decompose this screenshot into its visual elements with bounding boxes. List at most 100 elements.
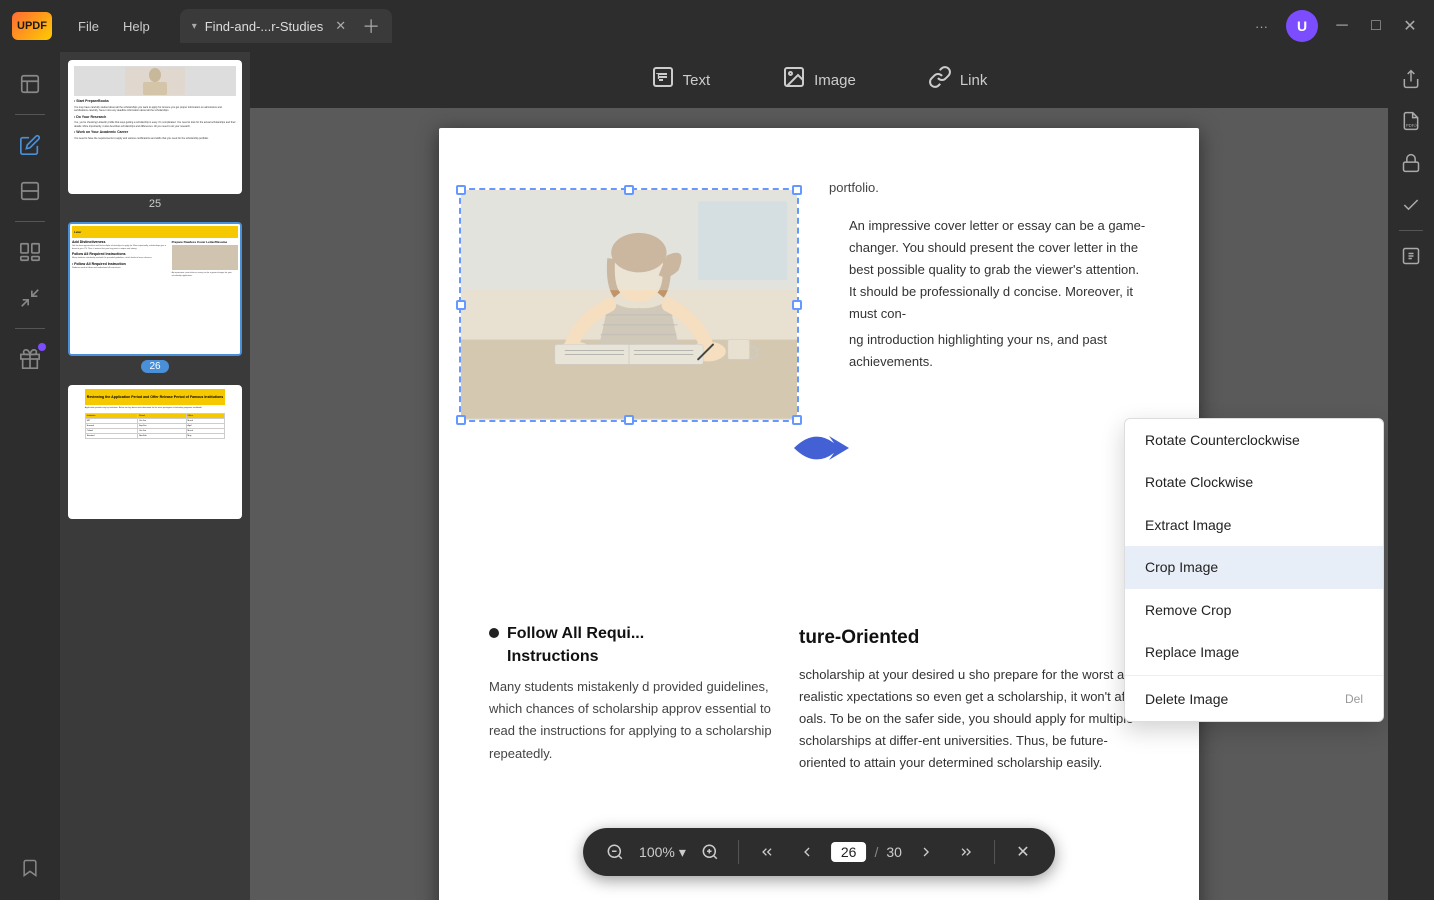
window-controls: ─ □ ✕: [1330, 14, 1422, 38]
toolbar-image[interactable]: Image: [766, 59, 872, 101]
doc-area: T Text Image Link portfolio.: [250, 52, 1388, 900]
more-tabs-button[interactable]: ···: [1249, 17, 1274, 36]
ctx-replace[interactable]: Replace Image: [1125, 631, 1383, 673]
context-menu: Rotate Counterclockwise Rotate Clockwise…: [1124, 418, 1384, 722]
ctx-remove-crop-label: Remove Crop: [1145, 599, 1231, 621]
ctx-extract[interactable]: Extract Image: [1125, 504, 1383, 546]
left-sidebar: [0, 52, 60, 900]
rs-icon-protect[interactable]: [1394, 146, 1428, 180]
doc-image-container[interactable]: [459, 188, 799, 422]
tab-title: Find-and-...r-Studies: [205, 19, 324, 34]
handle-tc[interactable]: [624, 185, 634, 195]
thumb-wrapper-27: Reviewing the Application Period and Off…: [68, 385, 242, 519]
sidebar-icon-compress[interactable]: [10, 278, 50, 318]
rs-icon-stamp[interactable]: [1394, 188, 1428, 222]
zoom-out-button[interactable]: [599, 836, 631, 868]
thumb-wrapper-25: • Start PrepareBooks You may have carefu…: [68, 60, 242, 194]
user-avatar[interactable]: U: [1286, 10, 1318, 42]
thumb25-image: [74, 66, 236, 96]
bt-divider-1: [738, 840, 739, 864]
thumbnail-page-27[interactable]: Reviewing the Application Period and Off…: [68, 385, 242, 519]
doc-arrow-container: [784, 408, 874, 494]
ctx-rotate-ccw[interactable]: Rotate Counterclockwise: [1125, 419, 1383, 461]
svg-text:PDF/A: PDF/A: [1406, 123, 1418, 128]
sidebar-icon-reader[interactable]: [10, 64, 50, 104]
handle-mr[interactable]: [792, 300, 802, 310]
handle-tl[interactable]: [456, 185, 466, 195]
doc-right-section: ture-Oriented scholarship at your desire…: [799, 623, 1149, 774]
tab-dropdown-icon[interactable]: ▾: [192, 21, 197, 32]
bullet-dot: [489, 628, 499, 638]
thumb27-header: Reviewing the Application Period and Off…: [85, 389, 225, 405]
bt-divider-2: [994, 840, 995, 864]
tab-add-button[interactable]: ＋: [362, 13, 380, 39]
ctx-separator: [1125, 675, 1383, 676]
handle-bc[interactable]: [624, 415, 634, 425]
zoom-dropdown-icon[interactable]: ▾: [679, 844, 686, 861]
sidebar-icon-scan[interactable]: [10, 171, 50, 211]
titlebar-right: ··· U ─ □ ✕: [1249, 10, 1422, 42]
thumbnail-panel: • Start PrepareBooks You may have carefu…: [60, 52, 250, 900]
menu-help[interactable]: Help: [113, 15, 160, 38]
sidebar-icon-bookmark[interactable]: [10, 848, 50, 888]
rs-divider: [1399, 230, 1423, 231]
titlebar: UPDF File Help ▾ Find-and-...r-Studies ✕…: [0, 0, 1434, 52]
image-icon: [782, 65, 806, 95]
tab-close-button[interactable]: ✕: [335, 18, 346, 34]
doc-top-text: portfolio.: [829, 178, 1149, 199]
toolbar-text-label: Text: [683, 72, 711, 89]
doc-scroll[interactable]: portfolio.: [250, 108, 1388, 900]
page-separator: /: [874, 844, 878, 860]
ctx-rotate-ccw-label: Rotate Counterclockwise: [1145, 429, 1300, 451]
doc-page: portfolio.: [439, 128, 1199, 900]
toolbar-link[interactable]: Link: [912, 59, 1004, 101]
sidebar-divider-1: [15, 114, 45, 115]
doc-bullet-body: Many students mistakenly d provided guid…: [489, 676, 779, 764]
handle-ml[interactable]: [456, 300, 466, 310]
toolbar-text[interactable]: T Text: [635, 59, 727, 101]
thumb-img-27: Reviewing the Application Period and Off…: [70, 387, 240, 517]
doc-right-body: scholarship at your desired u sho prepar…: [799, 664, 1149, 774]
first-page-button[interactable]: [751, 836, 783, 868]
handle-tr[interactable]: [792, 185, 802, 195]
thumbnail-page-26[interactable]: Leter Add Distinctiveness Get the best o…: [68, 222, 242, 373]
doc-arrow-svg: [784, 408, 874, 488]
doc-image: [461, 190, 797, 420]
thumbnail-page-25[interactable]: • Start PrepareBooks You may have carefu…: [68, 60, 242, 210]
sidebar-divider-3: [15, 328, 45, 329]
zoom-level: 100% ▾: [639, 844, 686, 861]
menu-file[interactable]: File: [68, 15, 109, 38]
rs-icon-ocr[interactable]: [1394, 239, 1428, 273]
sidebar-icon-edit[interactable]: [10, 125, 50, 165]
prev-page-button[interactable]: [791, 836, 823, 868]
thumb-wrapper-26: Leter Add Distinctiveness Get the best o…: [68, 222, 242, 356]
next-page-button[interactable]: [910, 836, 942, 868]
current-page-input[interactable]: 26: [831, 842, 867, 862]
tab-area: ▾ Find-and-...r-Studies ✕ ＋: [180, 9, 392, 43]
thumb-img-26: Leter Add Distinctiveness Get the best o…: [70, 224, 240, 354]
zoom-in-button[interactable]: [694, 836, 726, 868]
right-sidebar: PDF/A: [1388, 52, 1434, 900]
rs-icon-share[interactable]: [1394, 62, 1428, 96]
ctx-rotate-cw-label: Rotate Clockwise: [1145, 471, 1253, 493]
close-button[interactable]: ✕: [1398, 14, 1422, 38]
rs-icon-pdfa[interactable]: PDF/A: [1394, 104, 1428, 138]
ctx-crop-label: Crop Image: [1145, 556, 1218, 578]
last-page-button[interactable]: [950, 836, 982, 868]
minimize-button[interactable]: ─: [1330, 14, 1354, 38]
zoom-value: 100%: [639, 844, 675, 860]
ctx-crop[interactable]: Crop Image: [1125, 546, 1383, 588]
text-icon: T: [651, 65, 675, 95]
ctx-rotate-cw[interactable]: Rotate Clockwise: [1125, 461, 1383, 503]
maximize-button[interactable]: □: [1364, 14, 1388, 38]
thumb-img-25: • Start PrepareBooks You may have carefu…: [70, 62, 240, 192]
sidebar-divider-2: [15, 221, 45, 222]
svg-text:T: T: [656, 72, 661, 81]
handle-bl[interactable]: [456, 415, 466, 425]
ctx-remove-crop[interactable]: Remove Crop: [1125, 589, 1383, 631]
close-toolbar-button[interactable]: ✕: [1007, 836, 1039, 868]
titlebar-menu: File Help: [68, 15, 160, 38]
ctx-delete[interactable]: Delete Image Del: [1125, 678, 1383, 720]
sidebar-icon-pages[interactable]: [10, 232, 50, 272]
sidebar-icon-gift[interactable]: [10, 339, 50, 379]
